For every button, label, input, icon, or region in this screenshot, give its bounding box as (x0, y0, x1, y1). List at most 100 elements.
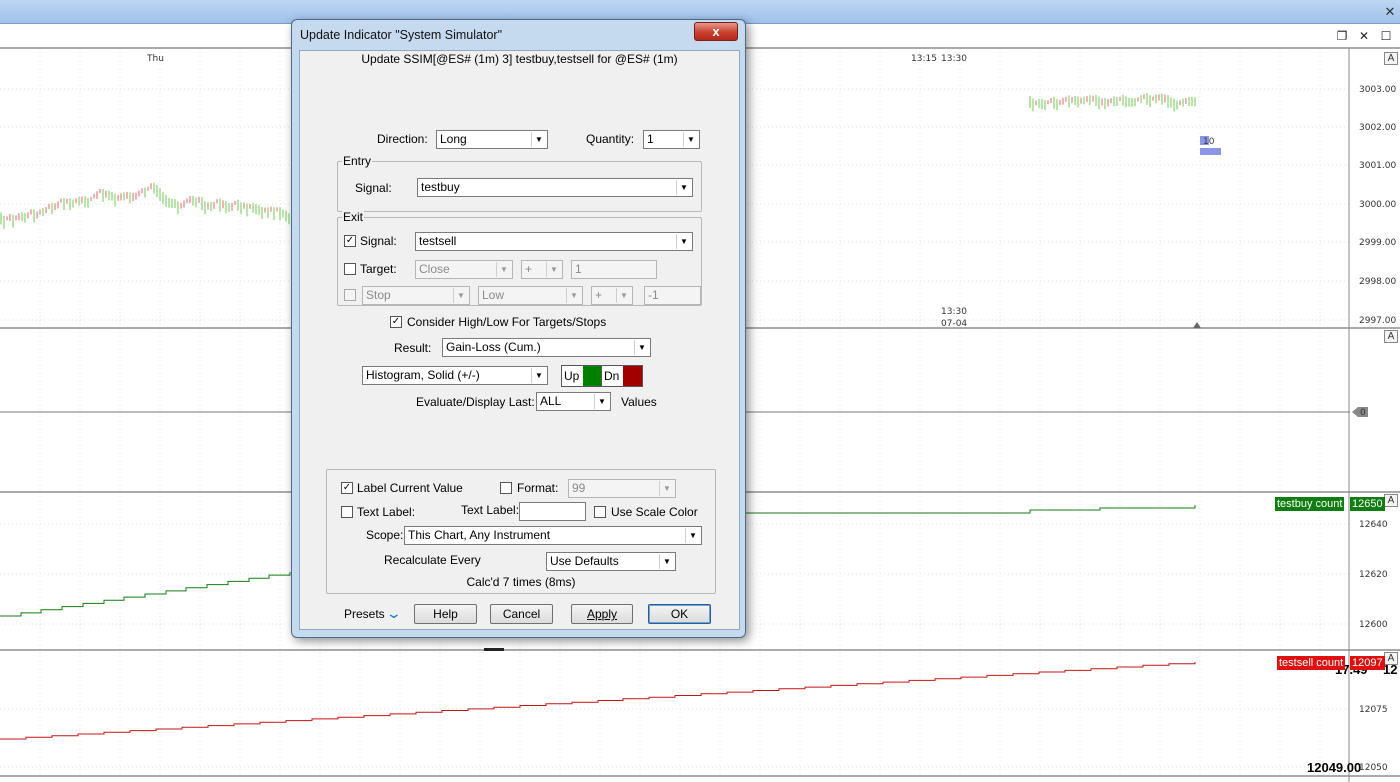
target-operator-value: + (525, 262, 533, 276)
target-operator-select[interactable]: + ▼ (521, 260, 563, 279)
cancel-button[interactable]: Cancel (490, 604, 553, 624)
price-bar (36, 211, 38, 219)
price-bar (6, 216, 8, 221)
consider-highlow-checkbox[interactable]: ✓ (390, 316, 402, 328)
stop-amount-input[interactable]: -1 (644, 286, 701, 305)
price-tick: 2999.00 (1359, 238, 1396, 248)
label-current-value-checkbox[interactable]: ✓ (341, 482, 353, 494)
count-tick: 12600 (1359, 620, 1388, 630)
price-bar (57, 201, 59, 209)
price-bar (171, 198, 173, 208)
scope-value: This Chart, Any Instrument (408, 528, 551, 542)
price-bar (228, 203, 230, 213)
recalculate-select[interactable]: Use Defaults ▼ (546, 552, 676, 571)
result-select[interactable]: Gain-Loss (Cum.) ▼ (442, 338, 651, 357)
price-tick: 3002.00 (1359, 123, 1396, 133)
text-label-field-label: Text Label: (461, 503, 520, 517)
stop-field-select[interactable]: Stop ▼ (362, 286, 470, 305)
price-bar (105, 190, 107, 198)
text-label-input[interactable] (519, 502, 586, 521)
price-bar (1083, 96, 1085, 105)
price-bar (198, 196, 200, 203)
up-label: Up (564, 369, 580, 383)
price-bar (1038, 98, 1040, 108)
price-bar (1089, 95, 1091, 106)
apply-button[interactable]: Apply (571, 604, 633, 624)
price-bar (1140, 94, 1142, 103)
chevron-down-icon: ▼ (676, 180, 691, 195)
exit-signal-checkbox[interactable]: ✓ (344, 235, 356, 247)
price-bar (1107, 99, 1109, 107)
up-color-box (583, 366, 602, 386)
ok-button[interactable]: OK (648, 604, 711, 624)
price-bar (1098, 96, 1100, 110)
exit-signal-label: Signal: (360, 234, 397, 248)
entry-group: Entry Signal: testbuy ▼ (337, 154, 702, 212)
price-bar (210, 201, 212, 211)
price-bar (45, 207, 47, 214)
price-bar (189, 196, 191, 204)
price-tick: 3001.00 (1359, 161, 1396, 171)
price-bar (24, 212, 26, 223)
use-scale-color-label: Use Scale Color (611, 505, 698, 519)
price-bar (1149, 95, 1151, 108)
evaluate-select[interactable]: ALL ▼ (536, 392, 611, 411)
dialog-subtitle: Update SSIM[@ES# (1m) 3] testbuy,testsel… (361, 52, 678, 66)
price-bar (1035, 100, 1037, 106)
price-bar (1191, 96, 1193, 106)
price-bar (102, 188, 104, 202)
direction-select[interactable]: Long ▼ (436, 130, 548, 149)
style-select[interactable]: Histogram, Solid (+/-) ▼ (362, 366, 548, 385)
presets-label[interactable]: Presets (344, 607, 385, 621)
pane-resize-handle[interactable] (484, 648, 504, 651)
stop-basis-select[interactable]: Low ▼ (478, 286, 583, 305)
scale-button-testsell[interactable]: A (1384, 652, 1398, 665)
price-bar (78, 196, 80, 206)
price-bar (1125, 96, 1127, 108)
stop-operator-value: + (595, 288, 603, 302)
dialog-title: Update Indicator "System Simulator" (300, 28, 503, 42)
scale-button-testbuy[interactable]: A (1384, 494, 1398, 507)
quantity-select[interactable]: 1 ▼ (643, 130, 700, 149)
format-checkbox[interactable] (500, 482, 512, 494)
price-bar (1128, 97, 1130, 107)
chevron-down-icon[interactable]: ⌄ (386, 605, 402, 622)
price-bar (249, 203, 251, 209)
text-label-checkbox[interactable] (341, 506, 353, 518)
dn-color-box (623, 366, 642, 386)
price-bar (1080, 97, 1082, 104)
count-tick: 12075 (1359, 705, 1388, 715)
count-tick: 12050 (1359, 763, 1388, 773)
price-bar (1068, 95, 1070, 108)
scope-label: Scope: (366, 528, 404, 542)
target-field-select[interactable]: Close ▼ (415, 260, 513, 279)
scale-button-ssim[interactable]: A (1384, 330, 1398, 343)
scope-select[interactable]: This Chart, Any Instrument ▼ (404, 526, 702, 545)
quantity-value: 1 (647, 132, 654, 146)
style-value: Histogram, Solid (+/-) (366, 368, 480, 382)
price-bar (135, 192, 137, 200)
dialog-close-button[interactable]: x (694, 22, 738, 41)
target-checkbox[interactable] (344, 263, 356, 275)
price-bar (114, 193, 116, 207)
price-bar (90, 196, 92, 201)
scale-button-price[interactable]: A (1384, 52, 1398, 65)
stop-basis-value: Low (482, 288, 505, 302)
help-button[interactable]: Help (414, 604, 477, 624)
dn-color-swatch[interactable]: Dn (601, 365, 643, 387)
stop-operator-select[interactable]: + ▼ (591, 286, 633, 305)
stop-checkbox[interactable] (344, 289, 356, 301)
price-bar (282, 209, 284, 218)
recalculate-label: Recalculate Every (384, 553, 481, 567)
exit-signal-select[interactable]: testsell ▼ (415, 232, 693, 251)
price-bar (1074, 96, 1076, 106)
price-bar (180, 202, 182, 209)
use-scale-color-checkbox[interactable] (594, 506, 606, 518)
target-amount-input[interactable]: 1 (571, 260, 657, 279)
price-bar (1053, 96, 1055, 109)
up-color-swatch[interactable]: Up (561, 365, 603, 387)
format-select[interactable]: 99 ▼ (568, 479, 676, 498)
price-bar (237, 199, 239, 211)
entry-signal-select[interactable]: testbuy ▼ (417, 178, 693, 197)
price-marker-bar (1200, 148, 1221, 155)
